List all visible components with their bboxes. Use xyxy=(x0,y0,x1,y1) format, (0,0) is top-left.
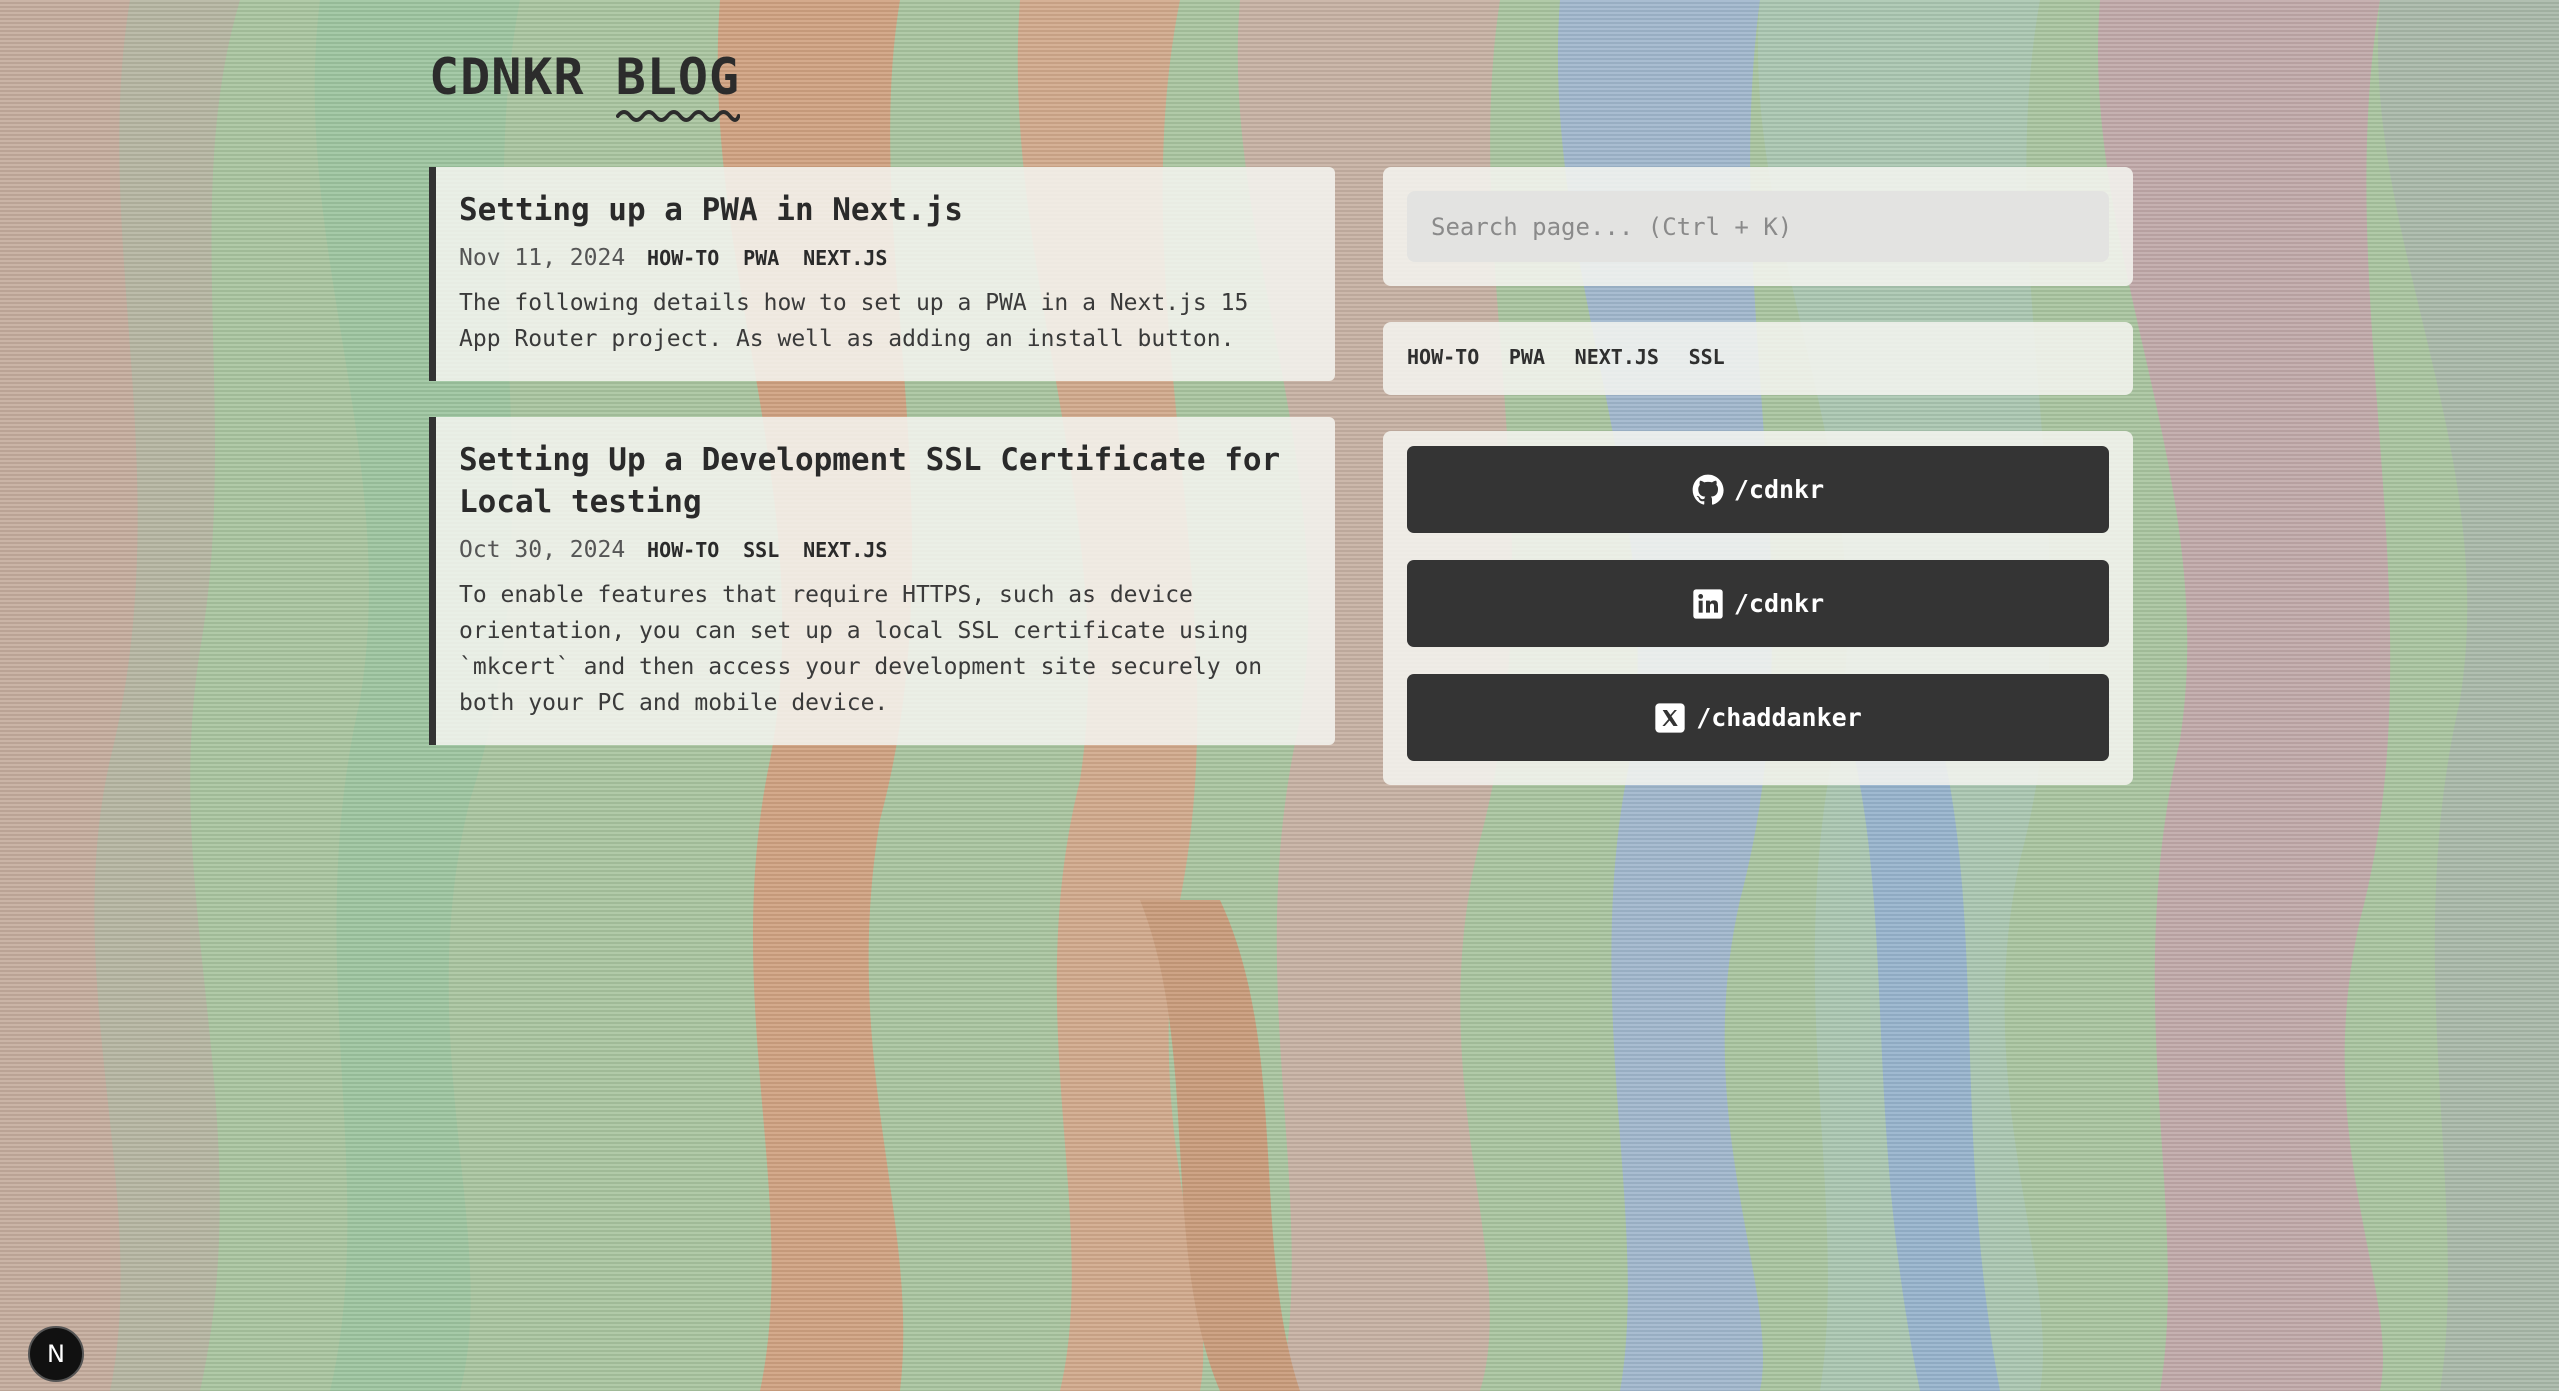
linkedin-link-button[interactable]: /cdnkr xyxy=(1407,560,2109,647)
post-tag[interactable]: HOW-TO xyxy=(647,538,719,562)
site-logo-link[interactable]: CDNKR BLOG xyxy=(429,42,741,122)
x-handle: /chaddanker xyxy=(1696,703,1862,732)
search-panel xyxy=(1383,167,2133,286)
post-description: To enable features that require HTTPS, s… xyxy=(459,582,1263,716)
post-tag[interactable]: SSL xyxy=(743,538,779,562)
post-card: Setting up a PWA in Next.js Nov 11, 2024… xyxy=(429,167,1335,381)
post-description: The following details how to set up a PW… xyxy=(459,290,1249,352)
x-icon xyxy=(1654,702,1686,734)
post-meta: Nov 11, 2024 HOW-TO PWA NEXT.JS xyxy=(459,243,1299,273)
sidebar: HOW-TO PWA NEXT.JS SSL /cdnkr /cdnkr xyxy=(1383,167,2133,821)
post-title-link[interactable]: Setting up a PWA in Next.js xyxy=(459,189,1299,231)
search-input[interactable] xyxy=(1407,191,2109,262)
post-meta: Oct 30, 2024 HOW-TO SSL NEXT.JS xyxy=(459,535,1299,565)
tag-link-nextjs[interactable]: NEXT.JS xyxy=(1575,345,1659,369)
x-link-button[interactable]: /chaddanker xyxy=(1407,674,2109,761)
linkedin-icon xyxy=(1692,588,1724,620)
tag-cloud: HOW-TO PWA NEXT.JS SSL xyxy=(1383,322,2133,395)
tag-link-how-to[interactable]: HOW-TO xyxy=(1407,345,1479,369)
post-tag[interactable]: NEXT.JS xyxy=(803,246,887,270)
post-date: Oct 30, 2024 xyxy=(459,537,626,563)
social-links-panel: /cdnkr /cdnkr /chaddanker xyxy=(1383,431,2133,785)
site-title-word2-wrapper: BLOG xyxy=(615,42,741,122)
linkedin-handle: /cdnkr xyxy=(1733,589,1825,618)
tag-link-pwa[interactable]: PWA xyxy=(1509,345,1545,369)
github-link-button[interactable]: /cdnkr xyxy=(1407,446,2109,533)
tag-link-ssl[interactable]: SSL xyxy=(1689,345,1725,369)
post-tag[interactable]: PWA xyxy=(743,246,779,270)
post-title-link[interactable]: Setting Up a Development SSL Certificate… xyxy=(459,439,1299,523)
post-tag[interactable]: HOW-TO xyxy=(647,246,719,270)
post-list: Setting up a PWA in Next.js Nov 11, 2024… xyxy=(429,167,1335,781)
github-handle: /cdnkr xyxy=(1733,475,1825,504)
post-card: Setting Up a Development SSL Certificate… xyxy=(429,417,1335,745)
nextjs-logo-icon: N xyxy=(47,1340,65,1368)
site-title-word1: CDNKR xyxy=(429,48,585,106)
nextjs-dev-indicator-button[interactable]: N xyxy=(28,1326,84,1382)
post-tag[interactable]: NEXT.JS xyxy=(803,538,887,562)
squiggle-underline-icon xyxy=(615,108,741,124)
post-date: Nov 11, 2024 xyxy=(459,245,626,271)
site-title-word2: BLOG xyxy=(615,48,741,106)
github-icon xyxy=(1692,474,1724,506)
